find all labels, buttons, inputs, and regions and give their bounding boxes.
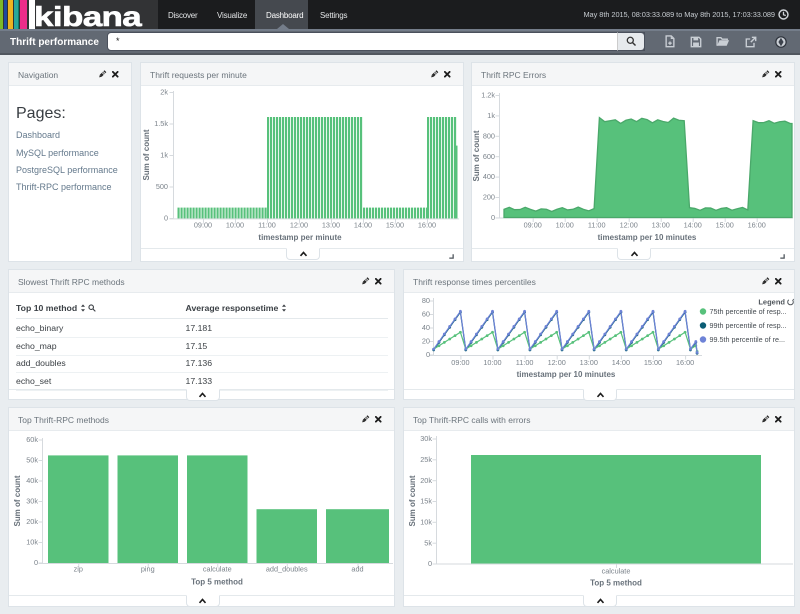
svg-text:0: 0 (426, 350, 430, 359)
svg-text:Sum of count: Sum of count (408, 475, 417, 526)
svg-text:calculate: calculate (602, 567, 631, 576)
svg-text:Legend: Legend (758, 298, 785, 307)
svg-text:13:00: 13:00 (580, 358, 598, 367)
svg-text:20k: 20k (26, 517, 38, 526)
svg-text:15:00: 15:00 (644, 358, 662, 367)
svg-text:0: 0 (428, 559, 432, 568)
svg-text:12:00: 12:00 (548, 358, 566, 367)
svg-text:1k: 1k (487, 111, 495, 120)
svg-text:16:00: 16:00 (676, 358, 694, 367)
svg-text:10:00: 10:00 (556, 221, 574, 230)
svg-text:09:00: 09:00 (194, 221, 212, 230)
svg-text:60: 60 (422, 310, 430, 319)
svg-text:200: 200 (483, 193, 495, 202)
svg-text:10:00: 10:00 (483, 358, 501, 367)
svg-text:20k: 20k (420, 476, 432, 485)
svg-text:0: 0 (164, 214, 168, 223)
svg-text:0: 0 (491, 213, 495, 222)
svg-text:09:00: 09:00 (524, 221, 542, 230)
svg-text:10k: 10k (26, 538, 38, 547)
svg-text:timestamp per 10 minutes: timestamp per 10 minutes (517, 370, 616, 379)
svg-text:14:00: 14:00 (612, 358, 630, 367)
svg-text:ping: ping (141, 565, 155, 574)
svg-text:timestamp per 10 minutes: timestamp per 10 minutes (598, 233, 697, 242)
svg-text:11:00: 11:00 (258, 221, 276, 230)
svg-text:15:00: 15:00 (386, 221, 404, 230)
svg-text:14:00: 14:00 (684, 221, 702, 230)
svg-text:Sum of count: Sum of count (142, 129, 151, 180)
svg-text:zip: zip (74, 565, 83, 574)
svg-text:1k: 1k (160, 151, 168, 160)
svg-text:600: 600 (483, 152, 495, 161)
svg-text:13:00: 13:00 (652, 221, 670, 230)
svg-text:11:00: 11:00 (516, 358, 534, 367)
svg-text:timestamp per minute: timestamp per minute (258, 233, 342, 242)
svg-text:80: 80 (422, 296, 430, 305)
svg-text:2k: 2k (160, 88, 168, 97)
svg-text:15:00: 15:00 (716, 221, 734, 230)
svg-text:60k: 60k (26, 435, 38, 444)
svg-text:500: 500 (156, 182, 168, 191)
svg-text:30k: 30k (26, 497, 38, 506)
svg-text:50k: 50k (26, 456, 38, 465)
svg-text:12:00: 12:00 (620, 221, 638, 230)
svg-text:14:00: 14:00 (354, 221, 372, 230)
svg-text:10k: 10k (420, 517, 432, 526)
svg-text:10:00: 10:00 (226, 221, 244, 230)
svg-text:15k: 15k (420, 497, 432, 506)
svg-text:Top 5 method: Top 5 method (191, 578, 243, 587)
svg-text:09:00: 09:00 (451, 358, 469, 367)
svg-text:Sum of count: Sum of count (472, 130, 481, 181)
svg-text:1.5k: 1.5k (154, 119, 168, 128)
svg-text:40: 40 (422, 323, 430, 332)
svg-text:99.5th percentile of re...: 99.5th percentile of re... (710, 335, 786, 344)
svg-text:25k: 25k (420, 455, 432, 464)
svg-text:30k: 30k (420, 434, 432, 443)
svg-text:11:00: 11:00 (588, 221, 606, 230)
svg-text:add_doubles: add_doubles (266, 565, 308, 574)
svg-text:13:00: 13:00 (322, 221, 340, 230)
svg-text:calculate: calculate (203, 565, 232, 574)
svg-text:0: 0 (34, 558, 38, 567)
svg-text:5k: 5k (424, 538, 432, 547)
svg-text:add: add (351, 565, 363, 574)
svg-text:400: 400 (483, 172, 495, 181)
svg-text:800: 800 (483, 131, 495, 140)
svg-text:99th percentile of resp...: 99th percentile of resp... (710, 321, 787, 330)
svg-text:16:00: 16:00 (748, 221, 766, 230)
svg-text:75th percentile of resp...: 75th percentile of resp... (710, 307, 787, 316)
svg-text:40k: 40k (26, 476, 38, 485)
svg-text:Sum of count: Sum of count (13, 475, 22, 526)
svg-text:12:00: 12:00 (290, 221, 308, 230)
svg-text:Top 5 method: Top 5 method (590, 579, 642, 588)
svg-text:1.2k: 1.2k (481, 91, 495, 100)
svg-text:20: 20 (422, 337, 430, 346)
svg-text:16:00: 16:00 (418, 221, 436, 230)
